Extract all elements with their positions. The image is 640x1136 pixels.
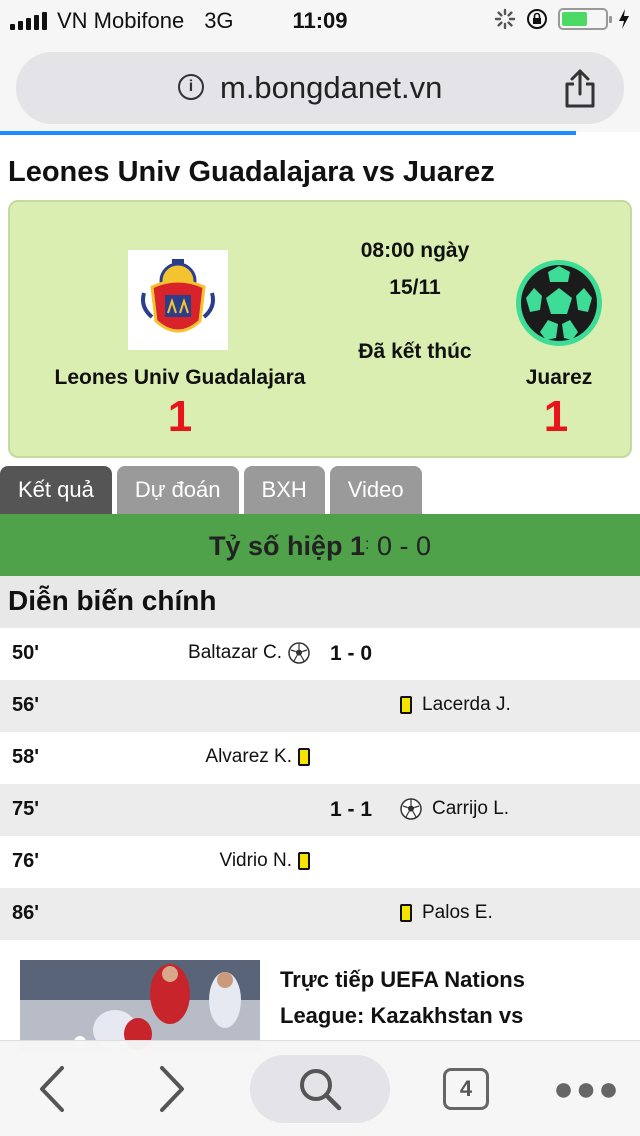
event-minute: 76' xyxy=(12,850,40,872)
info-icon[interactable]: i xyxy=(178,74,204,100)
forward-button[interactable] xyxy=(140,1055,204,1123)
tabs-button[interactable]: 4 xyxy=(436,1055,496,1123)
status-bar: VN Mobifone 3G 11:09 xyxy=(0,0,640,40)
news-headline[interactable]: Trực tiếp UEFA Nations League: Kazakhsta… xyxy=(280,962,610,1034)
event-away-player[interactable]: Carrijo L. xyxy=(432,798,509,820)
event-minute: 75' xyxy=(12,798,40,820)
half-time-label: Tỷ số hiệp 1 xyxy=(208,531,366,561)
club-crest-icon xyxy=(141,259,215,333)
event-row: 86' Palos E. xyxy=(0,888,640,940)
event-row: 76' Vidrio N. xyxy=(0,836,640,888)
half-time-score-bar: Tỷ số hiệp 1: 0 - 0 xyxy=(0,514,640,576)
yellow-card-icon xyxy=(298,852,310,870)
event-home-player[interactable]: Vidrio N. xyxy=(219,850,292,872)
event-row: 56' Lacerda J. xyxy=(0,680,640,732)
event-score: 1 - 1 xyxy=(330,798,373,821)
share-icon[interactable] xyxy=(562,68,598,108)
url-text[interactable]: m.bongdanet.vn xyxy=(220,70,442,106)
kickoff-date: 15/11 xyxy=(389,276,441,299)
more-dots-icon: ●●● xyxy=(553,1069,621,1108)
event-minute: 56' xyxy=(12,694,40,716)
match-tabs: Kết quả Dự đoán BXH Video xyxy=(0,466,422,514)
activity-spinner-icon xyxy=(494,8,516,30)
event-minute: 50' xyxy=(12,642,40,664)
away-team-logo[interactable] xyxy=(514,258,604,348)
event-home: Alvarez K. xyxy=(205,746,310,768)
back-button[interactable] xyxy=(20,1055,84,1123)
match-title: Leones Univ Guadalajara vs Juarez xyxy=(8,156,495,188)
orientation-lock-icon xyxy=(527,9,547,29)
kickoff-time-line1: 08:00 ngày xyxy=(360,239,470,262)
event-minute: 58' xyxy=(12,746,40,768)
tab-bxh[interactable]: BXH xyxy=(243,466,325,514)
goal-ball-icon xyxy=(288,642,310,664)
charging-bolt-icon xyxy=(619,9,629,29)
event-home: Vidrio N. xyxy=(219,850,310,872)
browser-address-area: i m.bongdanet.vn xyxy=(0,40,640,132)
event-away: Lacerda J. xyxy=(400,694,511,716)
event-row: 75' 1 - 1 Carrijo L. xyxy=(0,784,640,836)
home-team-name[interactable]: Leones Univ Guadalajara xyxy=(34,366,326,390)
section-title-main-events: Diễn biến chính xyxy=(0,576,640,628)
news-thumbnail[interactable] xyxy=(20,960,260,1050)
match-status: Đã kết thúc xyxy=(358,340,472,363)
football-players-photo-icon xyxy=(20,960,260,1050)
event-home: Baltazar C. xyxy=(188,642,310,664)
tab-ket-qua[interactable]: Kết quả xyxy=(0,466,112,514)
event-away: Palos E. xyxy=(400,902,493,924)
half-time-score: 0 - 0 xyxy=(376,531,432,561)
away-team-score: 1 xyxy=(543,392,569,441)
event-home-player[interactable]: Alvarez K. xyxy=(205,746,292,768)
yellow-card-icon xyxy=(298,748,310,766)
chevron-left-icon xyxy=(40,1066,64,1112)
yellow-card-icon xyxy=(400,904,412,922)
tab-du-doan[interactable]: Dự đoán xyxy=(116,466,239,514)
match-scoreboard: Leones Univ Guadalajara 1 08:00 ngày 15/… xyxy=(8,200,632,458)
event-home-player[interactable]: Baltazar C. xyxy=(188,642,282,664)
page-load-progress xyxy=(0,131,576,135)
search-icon xyxy=(300,1069,342,1111)
home-team-score: 1 xyxy=(167,392,193,441)
tab-video[interactable]: Video xyxy=(329,466,422,514)
battery-icon xyxy=(558,8,612,30)
news-teaser[interactable]: Trực tiếp UEFA Nations League: Kazakhsta… xyxy=(20,958,630,1050)
away-team-name[interactable]: Juarez xyxy=(494,366,624,390)
event-score: 1 - 0 xyxy=(330,642,373,665)
event-row: 50' Baltazar C. 1 - 0 xyxy=(0,628,640,680)
home-team-logo[interactable] xyxy=(128,250,228,350)
more-menu-button[interactable]: ●●● xyxy=(552,1055,622,1123)
browser-toolbar: 4 ●●● xyxy=(0,1040,640,1136)
event-row: 58' Alvarez K. xyxy=(0,732,640,784)
event-minute: 86' xyxy=(12,902,40,924)
kickoff-time: 08:00 ngày 15/11 xyxy=(330,232,500,306)
event-list: 50' Baltazar C. 1 - 0 56' Lacerda J. 58' Alvar… xyxy=(0,628,640,940)
goal-ball-icon xyxy=(400,798,422,820)
event-away: Carrijo L. xyxy=(400,798,509,820)
half-time-separator: : xyxy=(365,536,370,553)
yellow-card-icon xyxy=(400,696,412,714)
search-button[interactable] xyxy=(250,1055,390,1123)
address-bar[interactable]: i m.bongdanet.vn xyxy=(16,52,624,124)
event-away-player[interactable]: Lacerda J. xyxy=(422,694,511,716)
tab-count-badge: 4 xyxy=(443,1068,489,1110)
chevron-right-icon xyxy=(160,1066,184,1112)
event-away-player[interactable]: Palos E. xyxy=(422,902,493,924)
